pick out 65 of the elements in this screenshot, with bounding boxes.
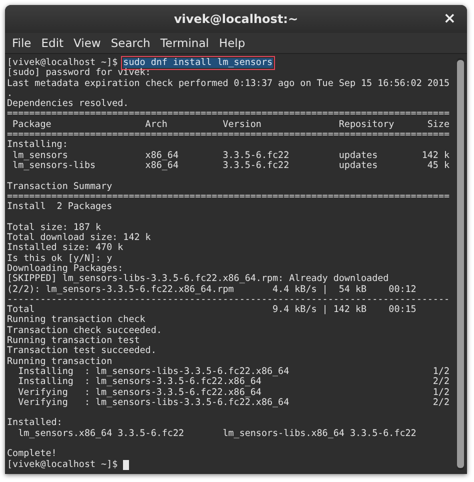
shell-prompt: [vivek@localhost ~]$	[7, 460, 118, 470]
output-line: Dependencies resolved.	[7, 99, 129, 110]
installed-package: lm_sensors-libs.x86_64 3.3.5-6.fc22	[222, 428, 418, 439]
output-line: Verifying : lm_sensors-3.3.5-6.fc22.x86_64	[18, 388, 262, 398]
shell-prompt: [vivek@localhost ~]$	[7, 58, 118, 68]
output-line: Transaction test succeeded.	[7, 346, 156, 357]
menu-item[interactable]: Search	[106, 36, 156, 50]
transfer-stats: 4.4 kB/s | 54 kB 00:12	[272, 284, 418, 295]
output-line: Installing : lm_sensors-3.3.5-6.fc22.x86_64	[18, 377, 262, 388]
output-line: .	[7, 88, 13, 99]
output-line: --------------------------------------------------------------------------------	[7, 294, 450, 305]
column-header: Repository	[338, 120, 396, 130]
output-line: Transaction Summary	[7, 182, 112, 192]
output-line: Installing:	[7, 140, 68, 151]
output-line: Transaction check succeeded.	[7, 326, 162, 336]
step-counter: 1/2	[432, 366, 450, 377]
table-cell-text: x86_64	[145, 160, 180, 172]
output-line: Running transaction test	[7, 336, 140, 346]
installed-package: lm_sensors.x86_64 3.3.5-6.fc22	[18, 428, 186, 439]
output-line: [SKIPPED] lm_sensors-libs-3.3.5-6.fc22.x86_64.rpm: Already downloaded	[7, 274, 389, 285]
column-header: Size	[427, 120, 450, 130]
output-line: Total	[7, 305, 35, 316]
column-header: Package	[12, 120, 52, 130]
output-line: Last metadata expiration check performed 0:13:37 ago on Tue Sep 15 16:56:02 2015	[7, 78, 450, 89]
step-counter: 2/2	[432, 377, 450, 388]
step-counter: 1/2	[432, 388, 450, 398]
menu-item[interactable]: View	[68, 36, 106, 50]
column-header: Version	[222, 120, 262, 130]
step-counter: 2/2	[432, 398, 450, 408]
output-line: Total download size: 142 k	[7, 233, 151, 244]
output-line: Verifying : lm_sensors-libs-3.3.5-6.fc22.x86_64	[18, 398, 290, 408]
close-button[interactable]: ×	[440, 10, 459, 27]
table-cell-text: 3.3.5-6.fc22	[222, 160, 290, 172]
output-line: ================================================================================	[7, 192, 450, 202]
table-cell-text: lm_sensors-libs	[12, 160, 97, 172]
output-line: Running transaction check	[7, 315, 146, 326]
output-line: Install 2 Packages	[7, 202, 112, 212]
output-line: Installing : lm_sensors-libs-3.3.5-6.fc22.x86_64	[18, 366, 290, 377]
menu-item[interactable]: File	[7, 36, 36, 50]
window-title: vivek@localhost:~	[174, 12, 298, 26]
output-line: Running transaction	[7, 356, 112, 367]
table-cell-text: updates	[338, 150, 379, 161]
table-cell: 142 k	[422, 150, 450, 161]
table-cell: 45 k	[427, 160, 450, 172]
menu-item[interactable]: Terminal	[155, 36, 214, 50]
output-line: Total size: 187 k	[7, 222, 102, 233]
output-line: Installed size: 470 k	[7, 243, 124, 254]
output-line: (2/2): lm_sensors-3.3.5-6.fc22.x86_64.rpm	[7, 284, 235, 295]
transfer-stats: 9.4 kB/s | 142 kB 00:15	[272, 305, 418, 316]
table-cell-text: 3.3.5-6.fc22	[222, 150, 290, 161]
menu-item[interactable]: Help	[214, 36, 250, 50]
output-line: Installed:	[7, 418, 62, 429]
output-line: [sudo] password for vivek:	[7, 68, 151, 79]
output-line: ================================================================================	[7, 109, 450, 120]
output-line: Downloading Packages:	[7, 264, 124, 274]
output-line: Complete!	[7, 449, 57, 460]
output-line: Is this ok [y/N]: y	[7, 254, 112, 264]
command-text: sudo dnf install lm_sensors	[123, 58, 273, 68]
column-header: Arch	[145, 120, 168, 130]
table-cell-text: updates	[338, 160, 379, 172]
output-line: ================================================================================	[7, 130, 450, 140]
menu-item[interactable]: Edit	[36, 36, 69, 50]
table-cell-text: lm_sensors	[12, 150, 69, 161]
scrollbar[interactable]	[457, 58, 464, 470]
table-cell-text: x86_64	[145, 150, 180, 161]
